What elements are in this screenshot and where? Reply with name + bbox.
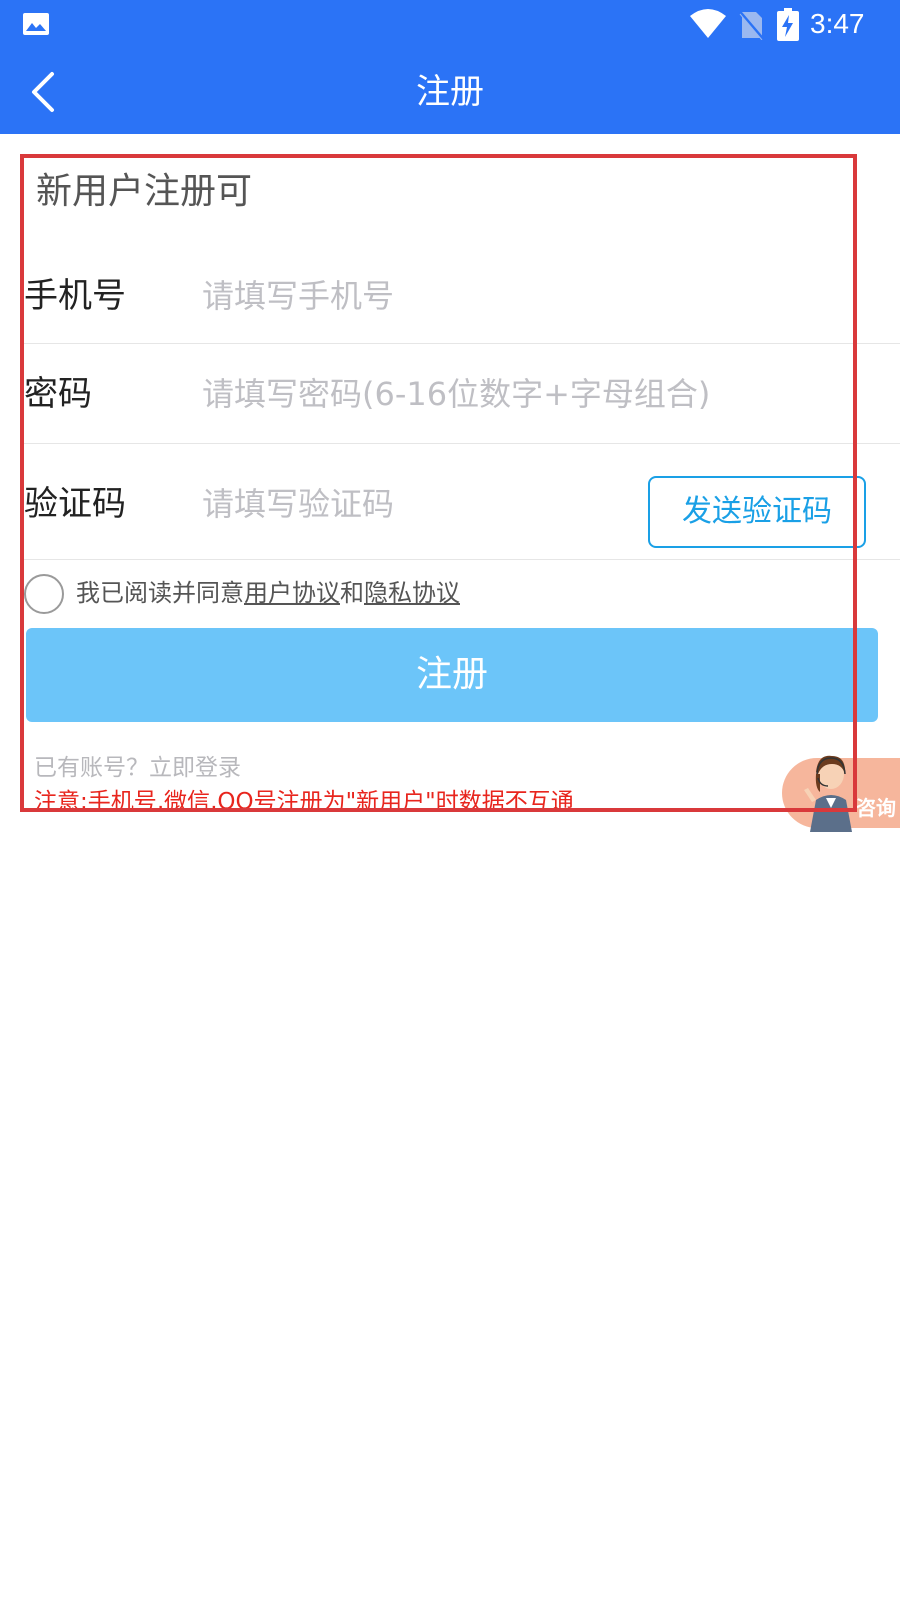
status-bar: 3:47 xyxy=(0,0,900,48)
no-sim-icon xyxy=(738,11,764,40)
notice-text: 注意:手机号,微信,QQ号注册为"新用户"时数据不互通 xyxy=(34,789,574,815)
battery-charging-icon xyxy=(777,8,799,41)
verification-code-input[interactable] xyxy=(202,482,622,526)
phone-input[interactable] xyxy=(202,274,802,318)
agreement-and: 和 xyxy=(340,579,364,607)
phone-label: 手机号 xyxy=(24,276,126,316)
password-row: 密码 xyxy=(24,344,900,444)
login-link[interactable]: 已有账号？立即登录 xyxy=(34,752,241,784)
agreement-checkbox[interactable] xyxy=(24,574,64,614)
agreement-row: 我已阅读并同意用户协议和隐私协议 xyxy=(24,572,724,614)
verification-code-label: 验证码 xyxy=(24,484,126,524)
title-bar: 注册 xyxy=(0,48,900,134)
phone-row: 手机号 xyxy=(24,244,900,344)
wifi-icon xyxy=(690,9,726,38)
privacy-agreement-link[interactable]: 隐私协议 xyxy=(364,579,460,607)
page-title: 注册 xyxy=(416,72,484,112)
image-icon xyxy=(23,13,49,35)
send-code-button[interactable]: 发送验证码 xyxy=(648,476,866,548)
user-agreement-link[interactable]: 用户协议 xyxy=(244,579,340,607)
password-input[interactable] xyxy=(202,372,882,416)
agreement-prefix: 我已阅读并同意 xyxy=(76,579,244,607)
consult-label: 咨询 xyxy=(856,796,896,820)
consult-button[interactable]: 咨询 xyxy=(782,744,900,832)
form-heading: 新用户注册可 xyxy=(36,171,253,212)
password-label: 密码 xyxy=(24,374,92,414)
register-button[interactable]: 注册 xyxy=(26,628,878,722)
status-time: 3:47 xyxy=(810,8,865,39)
agreement-text: 我已阅读并同意用户协议和隐私协议 xyxy=(76,576,460,610)
